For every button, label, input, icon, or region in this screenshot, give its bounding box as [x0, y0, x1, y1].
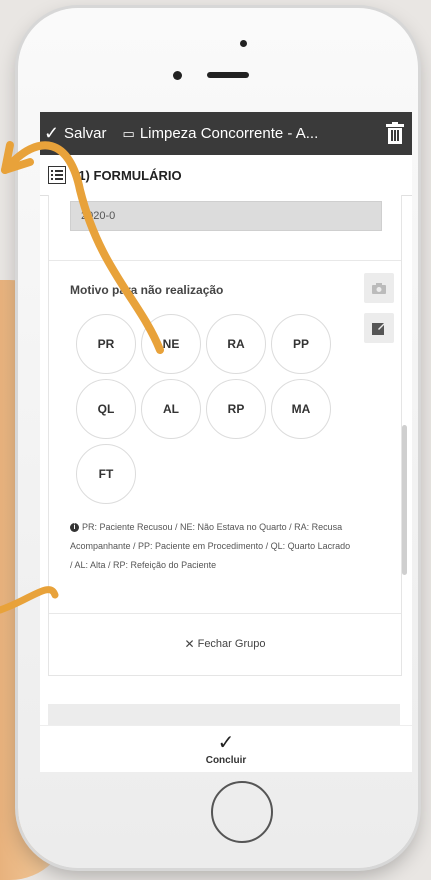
- close-group-button[interactable]: ✕ Fechar Grupo: [49, 613, 401, 674]
- check-icon: ✓: [217, 732, 235, 754]
- option-rp[interactable]: RP: [206, 379, 266, 439]
- conclude-label: Concluir: [205, 755, 247, 766]
- camera-button[interactable]: [364, 273, 394, 303]
- scrollbar[interactable]: [402, 425, 407, 575]
- front-camera: [240, 40, 247, 47]
- close-icon: ✕: [184, 637, 195, 651]
- option-ma[interactable]: MA: [271, 379, 331, 439]
- camera-icon: [372, 282, 386, 294]
- option-ra[interactable]: RA: [206, 314, 266, 374]
- conclude-button[interactable]: ✓ Concluir: [40, 725, 412, 772]
- earpiece-speaker: [207, 72, 249, 78]
- home-button[interactable]: [211, 781, 273, 843]
- edit-button[interactable]: [364, 313, 394, 343]
- trash-icon[interactable]: [386, 122, 404, 144]
- close-group-label: Fechar Grupo: [197, 638, 266, 650]
- next-group[interactable]: [48, 704, 400, 725]
- edit-icon: [372, 322, 386, 335]
- decorative-arrow: [0, 141, 164, 614]
- option-pp[interactable]: PP: [271, 314, 331, 374]
- sensor: [173, 71, 182, 80]
